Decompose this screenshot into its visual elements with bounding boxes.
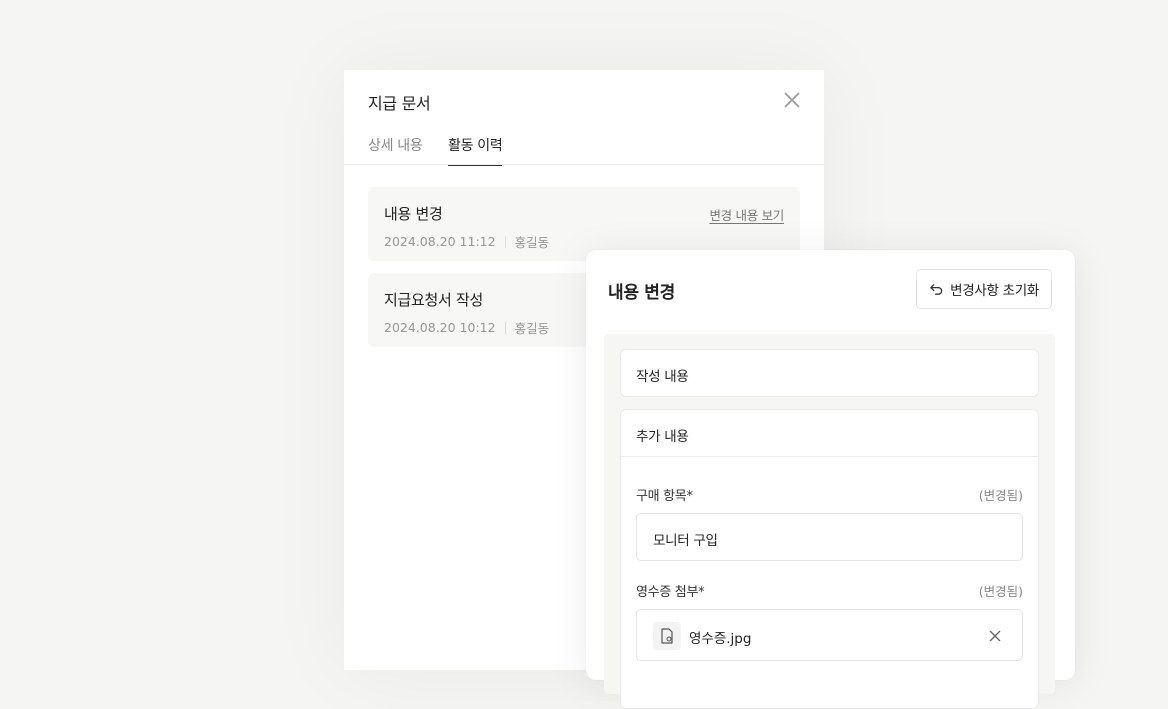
purchase-item-label: 구매 항목*: [636, 489, 693, 504]
section-divider: [621, 456, 1038, 457]
change-content-area: 작성 내용 추가 내용 구매 항목* (변경됨) 모니터 구입 영수증 첨부* …: [604, 334, 1055, 709]
section-title: 추가 내용: [636, 429, 689, 445]
remove-file-button[interactable]: [988, 628, 1002, 642]
tab-activity-history[interactable]: 활동 이력: [448, 135, 503, 166]
panel-title: 지급 문서: [368, 94, 431, 113]
tab-bar: 상세 내용 활동 이력: [344, 132, 824, 166]
change-card-title: 내용 변경: [608, 283, 675, 303]
activity-datetime: 2024.08.20 11:12: [384, 234, 496, 249]
purchase-item-changed-badge: (변경됨): [978, 488, 1023, 503]
section-title: 작성 내용: [636, 369, 689, 385]
activity-author: 홍길동: [514, 235, 550, 250]
file-icon-container: [653, 622, 681, 650]
file-name: 영수증.jpg: [689, 631, 752, 647]
activity-meta: 2024.08.20 10:12 홍길동: [384, 318, 549, 337]
activity-title: 지급요청서 작성: [384, 291, 483, 309]
file-image-icon: [661, 628, 673, 644]
remove-x-icon: [989, 630, 1001, 642]
activity-author: 홍길동: [514, 321, 550, 336]
undo-arrow-icon: [930, 283, 943, 295]
purchase-item-value: 모니터 구입: [653, 533, 718, 549]
change-detail-card: 내용 변경 변경사항 초기화 작성 내용 추가 내용 구매 항목* (변경됨) …: [586, 250, 1075, 709]
reset-changes-button[interactable]: 변경사항 초기화: [916, 269, 1052, 309]
close-button[interactable]: [782, 90, 802, 110]
receipt-changed-badge: (변경됨): [978, 584, 1023, 599]
receipt-label: 영수증 첨부*: [636, 585, 705, 600]
written-content-section[interactable]: 작성 내용: [620, 349, 1039, 397]
meta-divider: [504, 321, 506, 334]
view-changes-link[interactable]: 변경 내용 보기: [709, 205, 784, 224]
reset-changes-label: 변경사항 초기화: [950, 283, 1039, 299]
added-content-section: 추가 내용 구매 항목* (변경됨) 모니터 구입 영수증 첨부* (변경됨) …: [620, 409, 1039, 709]
receipt-file-item[interactable]: 영수증.jpg: [636, 609, 1023, 661]
tab-detail[interactable]: 상세 내용: [368, 135, 423, 165]
activity-title: 내용 변경: [384, 205, 443, 223]
meta-divider: [504, 235, 506, 248]
close-icon: [784, 92, 800, 108]
activity-meta: 2024.08.20 11:12 홍길동: [384, 232, 549, 251]
activity-datetime: 2024.08.20 10:12: [384, 320, 496, 335]
purchase-item-input[interactable]: 모니터 구입: [636, 513, 1023, 561]
